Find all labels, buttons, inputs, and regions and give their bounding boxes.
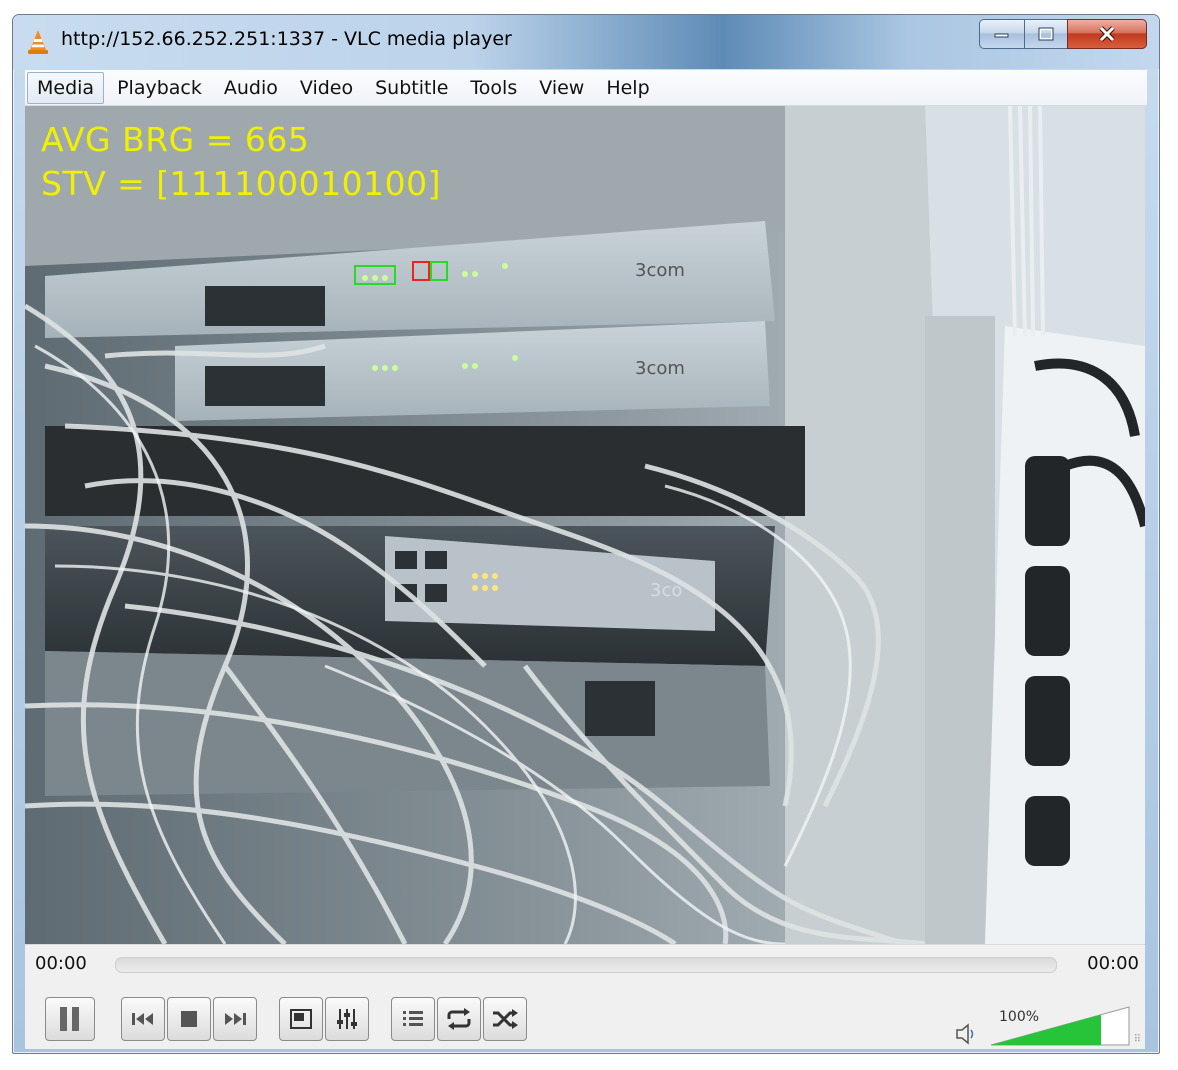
skip-next-icon [225, 1013, 246, 1025]
loop-icon [447, 1008, 471, 1030]
menu-media[interactable]: Media [27, 71, 105, 104]
menu-help[interactable]: Help [597, 73, 658, 103]
menu-playback[interactable]: Playback [108, 73, 211, 103]
next-button[interactable] [213, 997, 257, 1041]
total-time: 00:00 [1087, 953, 1139, 974]
caption-buttons [979, 19, 1147, 49]
seek-bar[interactable] [115, 957, 1057, 973]
resize-grip[interactable]: ⠿ [1134, 1034, 1141, 1045]
playlist-icon [403, 1011, 423, 1026]
video-area[interactable]: 3com 3com 3co AVG BRG = 665 STV = [11110… [25, 106, 1145, 944]
close-icon [1099, 26, 1115, 42]
maximize-button[interactable] [1024, 19, 1067, 49]
extended-settings-button[interactable] [325, 997, 369, 1041]
menu-bar: Media Playback Audio Video Subtitle Tool… [25, 70, 1147, 106]
fullscreen-icon [290, 1009, 312, 1029]
shuffle-icon [493, 1009, 518, 1029]
minimize-button[interactable] [979, 19, 1024, 49]
elapsed-time: 00:00 [35, 953, 87, 974]
playlist-button[interactable] [391, 997, 435, 1041]
fullscreen-button[interactable] [279, 997, 323, 1041]
pause-button[interactable] [45, 997, 95, 1041]
title-bar[interactable]: http://152.66.252.251:1337 - VLC media p… [13, 15, 1159, 69]
random-button[interactable] [483, 997, 527, 1041]
loop-button[interactable] [437, 997, 481, 1041]
svg-text:3com: 3com [635, 358, 685, 379]
stop-icon [181, 1011, 197, 1027]
stop-button[interactable] [167, 997, 211, 1041]
video-frame-server-rack: 3com 3com 3co [25, 106, 1145, 944]
control-panel: 00:00 00:00 100% ⠿ [25, 944, 1145, 1049]
pause-icon [60, 1007, 79, 1031]
maximize-icon [1038, 27, 1054, 41]
volume-slider[interactable] [989, 1005, 1131, 1049]
osd-state-vector: STV = [111100010100] [41, 164, 442, 203]
skip-previous-icon [132, 1013, 153, 1025]
menu-subtitle[interactable]: Subtitle [366, 73, 457, 103]
close-button[interactable] [1067, 19, 1147, 49]
svg-text:3com: 3com [635, 260, 685, 281]
minimize-icon [994, 33, 1009, 38]
previous-button[interactable] [121, 997, 165, 1041]
menu-video[interactable]: Video [291, 73, 362, 103]
menu-audio[interactable]: Audio [215, 73, 287, 103]
window-title: http://152.66.252.251:1337 - VLC media p… [61, 28, 512, 50]
equalizer-icon [337, 1009, 357, 1029]
menu-tools[interactable]: Tools [461, 73, 526, 103]
osd-avg-brightness: AVG BRG = 665 [41, 120, 310, 159]
menu-view[interactable]: View [530, 73, 593, 103]
vlc-window: http://152.66.252.251:1337 - VLC media p… [12, 14, 1160, 1054]
vlc-cone-icon [28, 30, 48, 54]
speaker-icon[interactable] [955, 1023, 979, 1045]
